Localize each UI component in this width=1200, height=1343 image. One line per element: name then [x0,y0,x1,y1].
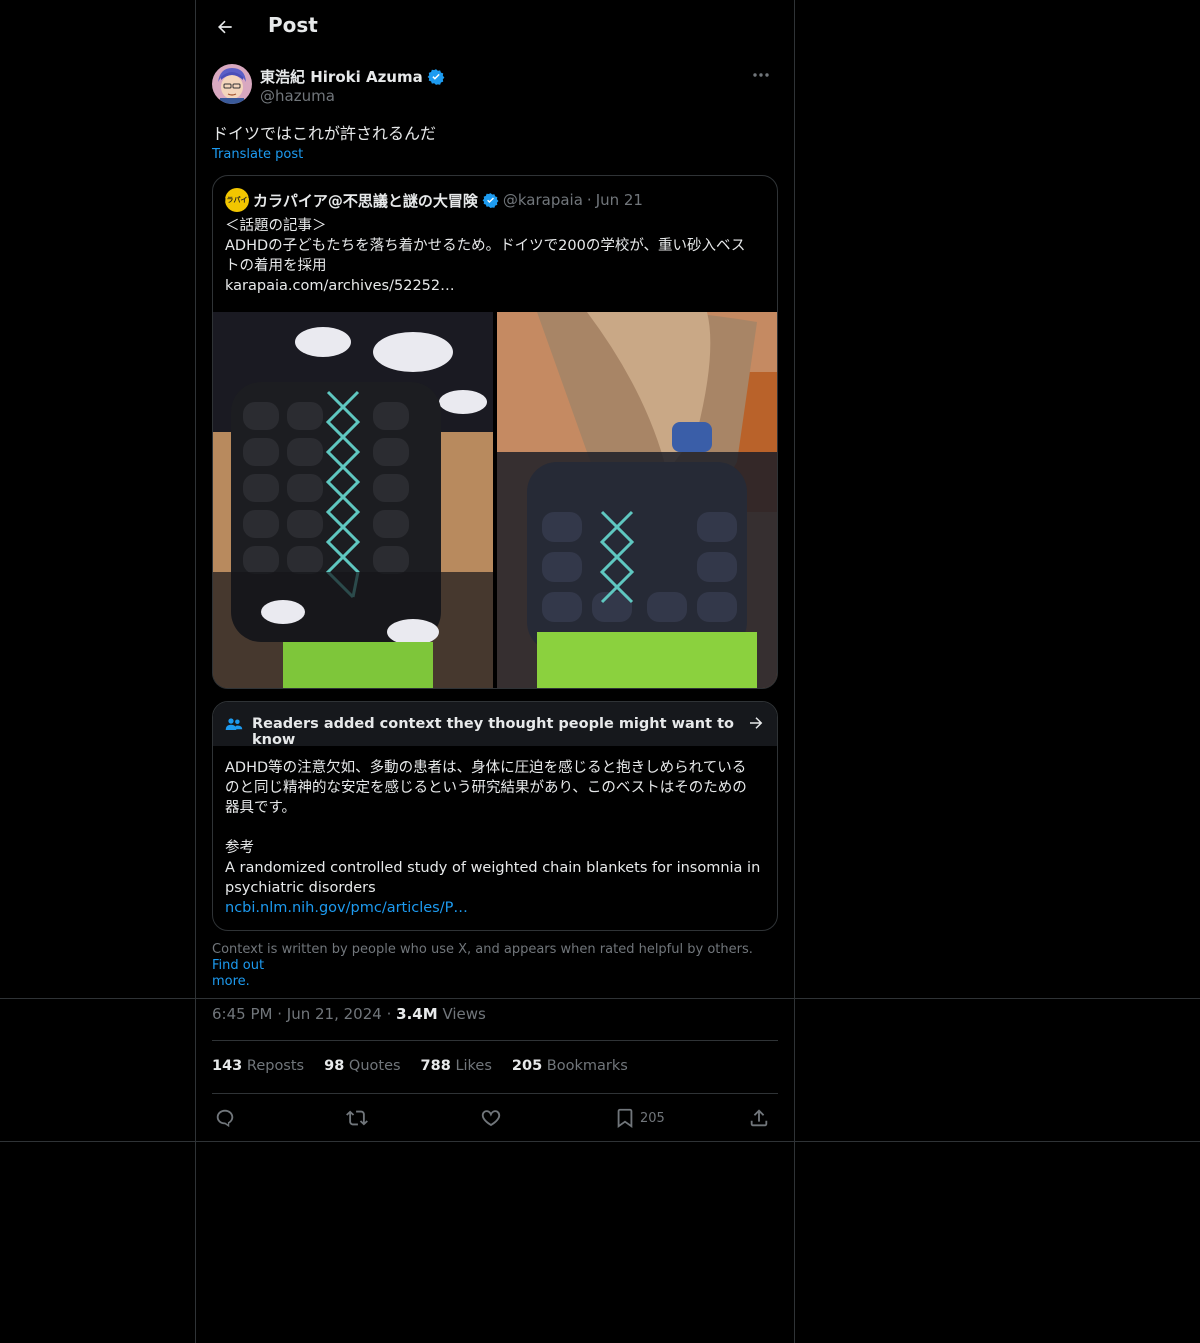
community-note: Readers added context they thought peopl… [212,701,778,931]
divider [212,1040,778,1041]
note-line: 参考 [225,840,254,856]
section-divider [0,998,1200,999]
quoted-post-date: Jun 21 [595,191,643,209]
note-line [225,818,767,838]
verified-badge-icon [427,68,445,85]
stat-quotes[interactable]: 98 Quotes [324,1058,400,1074]
quoted-text-line: トの着用を採用 [225,258,327,274]
views-label: Views [442,1005,486,1023]
verified-badge-icon [482,192,499,208]
community-note-footer: Context is written by people who use X, … [212,942,778,990]
quoted-text-line: ＜話題の記事＞ [225,218,327,234]
separator-dot: · [386,1005,392,1023]
find-out-more-link[interactable]: Find out [212,958,264,973]
post-author: 東浩紀 Hiroki Azuma @hazuma [212,64,778,108]
vest-photo-right[interactable] [496,312,777,688]
like-button[interactable] [480,1106,502,1130]
quoted-author-name: カラパイア@不思議と謎の大冒険 [253,191,478,210]
avatar[interactable] [212,64,252,104]
repost-button[interactable] [346,1106,368,1130]
stat-reposts[interactable]: 143 Reposts [212,1058,304,1074]
stat-count: 98 [324,1058,345,1074]
quoted-author-handle: @karapaia [502,191,583,209]
quoted-post-text: ＜話題の記事＞ ADHDの子どもたちを落ち着かせるため。ドイツで200の学校が、… [225,216,765,296]
share-icon [750,1109,768,1127]
find-out-more-link-cont[interactable]: more. [212,974,250,989]
note-line: A randomized controlled study of weighte… [225,860,761,876]
vest-photo-left[interactable] [213,312,494,688]
post-meta: 6:45 PM · Jun 21, 2024 · 3.4M Views [212,1005,486,1023]
action-bar: 205 [212,1106,778,1130]
quoted-text-line: ADHDの子どもたちを落ち着かせるため。ドイツで200の学校が、重い砂入ベス [225,238,746,254]
note-line: ADHD等の注意欠如、多動の患者は、身体に圧迫を感じると抱きしめられている [225,760,747,776]
repost-icon [346,1110,368,1126]
bookmark-count: 205 [640,1110,665,1126]
stat-label: Quotes [348,1058,401,1074]
more-horizontal-icon [753,73,769,77]
post-time[interactable]: 6:45 PM [212,1005,272,1023]
share-button[interactable] [748,1106,770,1130]
quoted-post-header: カラパイア カラパイア@不思議と謎の大冒険 @karapaia · Jun 21 [225,188,643,212]
separator-dot: · [277,1005,283,1023]
note-line: psychiatric disorders [225,880,376,896]
page-title: Post [268,13,318,37]
stat-count: 205 [511,1058,543,1074]
arrow-right-icon [750,717,763,729]
author-name-row: 東浩紀 Hiroki Azuma [260,66,445,87]
top-bar: Post [196,0,794,53]
note-line: 器具です。 [225,800,297,816]
bookmark-button[interactable]: 205 [614,1106,665,1130]
section-divider [0,1141,1200,1142]
post-date[interactable]: Jun 21, 2024 [287,1005,382,1023]
arrow-left-icon [218,20,232,34]
stat-label: Likes [455,1058,492,1074]
stat-likes[interactable]: 788 Likes [421,1058,492,1074]
quoted-post[interactable]: カラパイア カラパイア@不思議と謎の大冒険 @karapaia · Jun 21… [212,175,778,689]
more-options-button[interactable] [744,64,778,86]
heart-icon [481,1110,501,1127]
quoted-avatar: カラパイア [225,188,249,212]
views-count: 3.4M [396,1005,438,1023]
reply-icon [216,1109,234,1128]
quoted-text-line: karapaia.com/archives/52252… [225,278,455,294]
community-note-body: ADHD等の注意欠如、多動の患者は、身体に圧迫を感じると抱きしめられている のと… [225,758,767,918]
bookmark-icon [617,1108,633,1128]
back-button[interactable] [208,10,242,44]
people-icon [225,718,243,730]
community-note-heading: Readers added context they thought peopl… [252,716,734,748]
stat-count: 788 [420,1058,451,1074]
note-footer-text: Context is written by people who use X, … [212,942,753,957]
post-stats: 143 Reposts 98 Quotes 788 Likes 205 Book… [212,1058,628,1074]
community-note-header[interactable]: Readers added context they thought peopl… [213,702,777,748]
note-line: のと同じ精神的な安定を感じるという研究結果があり、このベストはそのための [225,780,747,796]
author-handle[interactable]: @hazuma [260,87,335,105]
author-name[interactable]: 東浩紀 Hiroki Azuma [260,66,423,87]
stat-bookmarks[interactable]: 205 Bookmarks [512,1058,628,1074]
note-source-link[interactable]: ncbi.nlm.nih.gov/pmc/articles/P… [225,900,468,916]
separator-dot: · [586,191,592,209]
post-text: ドイツではこれが許されるんだ [212,124,437,143]
reply-button[interactable] [214,1106,236,1130]
divider [212,1093,778,1094]
stat-label: Reposts [246,1058,305,1074]
stat-count: 143 [212,1058,243,1074]
quoted-post-media[interactable] [213,312,777,688]
stat-label: Bookmarks [546,1058,628,1074]
quoted-avatar-logo: カラパイア [225,196,249,204]
translate-post-link[interactable]: Translate post [212,147,303,162]
